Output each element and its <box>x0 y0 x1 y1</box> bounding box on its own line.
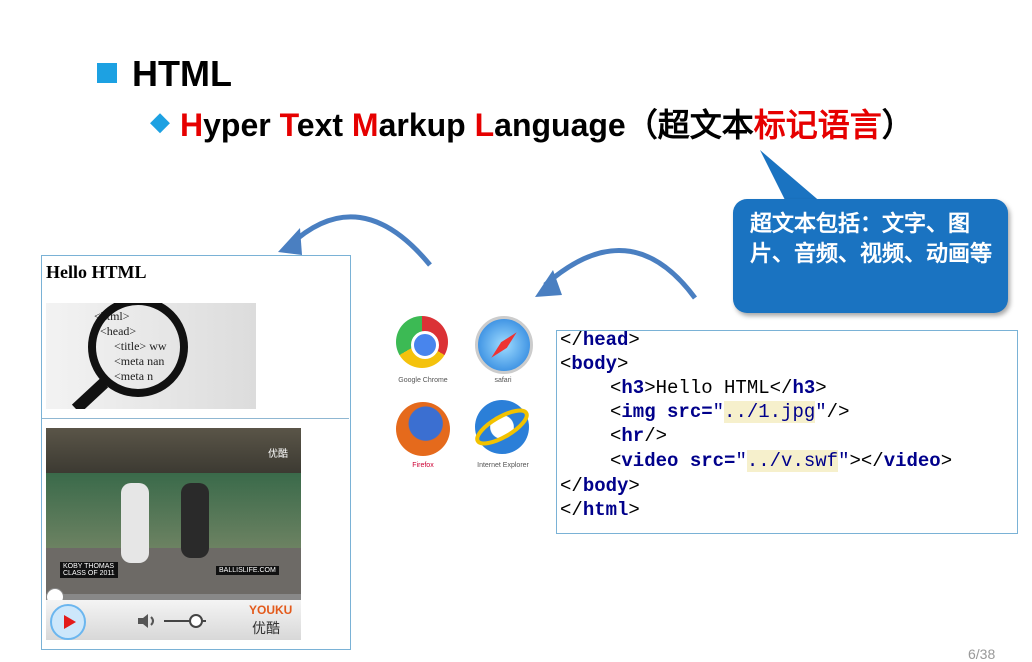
code-tag: html <box>582 499 629 521</box>
code-line: <hr/> <box>610 424 667 448</box>
code-punct: > <box>815 377 827 399</box>
arrow-head-left <box>278 228 302 255</box>
code-line: </body> <box>560 474 640 498</box>
rendered-image: <html> <head> <title> ww <meta nan <meta… <box>46 303 256 409</box>
video-caption-name: KOBY THOMAS <box>63 563 115 570</box>
play-icon <box>64 615 76 629</box>
ie-icon <box>475 400 529 454</box>
youku-logo-cn: 优酷 <box>252 620 280 636</box>
code-tag: body <box>582 475 629 497</box>
code-line: </html> <box>560 498 640 522</box>
rendered-heading: Hello HTML <box>46 262 147 282</box>
chrome-icon <box>396 316 448 368</box>
code-line: </head> <box>560 328 640 352</box>
code-punct: < <box>610 401 622 423</box>
code-punct: /> <box>644 425 668 447</box>
browser-label-chrome: Google Chrome <box>398 377 448 384</box>
code-tag: h3 <box>621 377 645 399</box>
code-punct: > <box>628 475 640 497</box>
code-line: <body> <box>560 352 628 376</box>
firefox-icon <box>396 402 450 456</box>
rendered-hr <box>42 418 349 419</box>
code-punct: </ <box>560 475 583 497</box>
code-quote: " <box>815 401 827 423</box>
browser-label-ie: Internet Explorer <box>477 462 529 469</box>
code-tag: hr <box>621 425 645 447</box>
video-watermark: BALLISLIFE.COM <box>216 566 279 575</box>
code-punct: < <box>560 353 572 375</box>
code-text: >Hello HTML</ <box>644 377 793 399</box>
video-corner-logo: 优酷 <box>268 449 288 460</box>
code-punct: /> <box>826 401 850 423</box>
code-punct: </ <box>560 329 583 351</box>
play-button[interactable] <box>50 604 86 640</box>
code-punct: ></ <box>849 450 884 472</box>
youku-logo-text: YOUKU <box>249 603 293 617</box>
code-tag: h3 <box>792 377 816 399</box>
code-quote: " <box>712 401 725 423</box>
callout-text: 超文本包括：文字、图片、音频、视频、动画等 <box>750 211 993 266</box>
code-tag: video <box>621 450 679 472</box>
magnifier-icon <box>71 303 188 409</box>
volume-icon[interactable] <box>136 612 158 630</box>
code-line: <h3>Hello HTML</h3> <box>610 376 827 400</box>
code-attr: src= <box>678 450 736 472</box>
code-punct: < <box>610 377 622 399</box>
code-punct: > <box>617 353 629 375</box>
code-quote: " <box>735 450 747 472</box>
code-tag: body <box>571 353 618 375</box>
code-quote: " <box>838 450 850 472</box>
code-attr: src= <box>655 401 713 423</box>
curved-arrow-right <box>543 248 698 300</box>
code-tag: head <box>582 329 629 351</box>
safari-icon <box>475 316 533 374</box>
volume-handle[interactable] <box>189 614 203 628</box>
code-punct: > <box>628 329 640 351</box>
slide-number: 6/38 <box>968 646 996 662</box>
browser-label-safari: safari <box>494 377 512 384</box>
code-punct: > <box>628 499 640 521</box>
code-line: <img src="../1.jpg"/> <box>610 400 849 424</box>
video-caption: KOBY THOMAS CLASS OF 2011 <box>60 562 118 578</box>
code-tag: img <box>621 401 656 423</box>
code-value: ../1.jpg <box>724 401 816 423</box>
code-tag: video <box>883 450 941 472</box>
code-line: <video src="../v.swf"></video> <box>610 449 952 473</box>
browser-label-firefox: Firefox <box>412 462 434 469</box>
code-punct: > <box>940 450 953 472</box>
code-punct: < <box>610 450 622 472</box>
code-punct: </ <box>560 499 583 521</box>
video-controls: YOUKU 优酷 <box>46 600 301 640</box>
video-caption-sub: CLASS OF 2011 <box>63 570 115 577</box>
code-value: ../v.swf <box>746 450 839 472</box>
code-punct: < <box>610 425 622 447</box>
